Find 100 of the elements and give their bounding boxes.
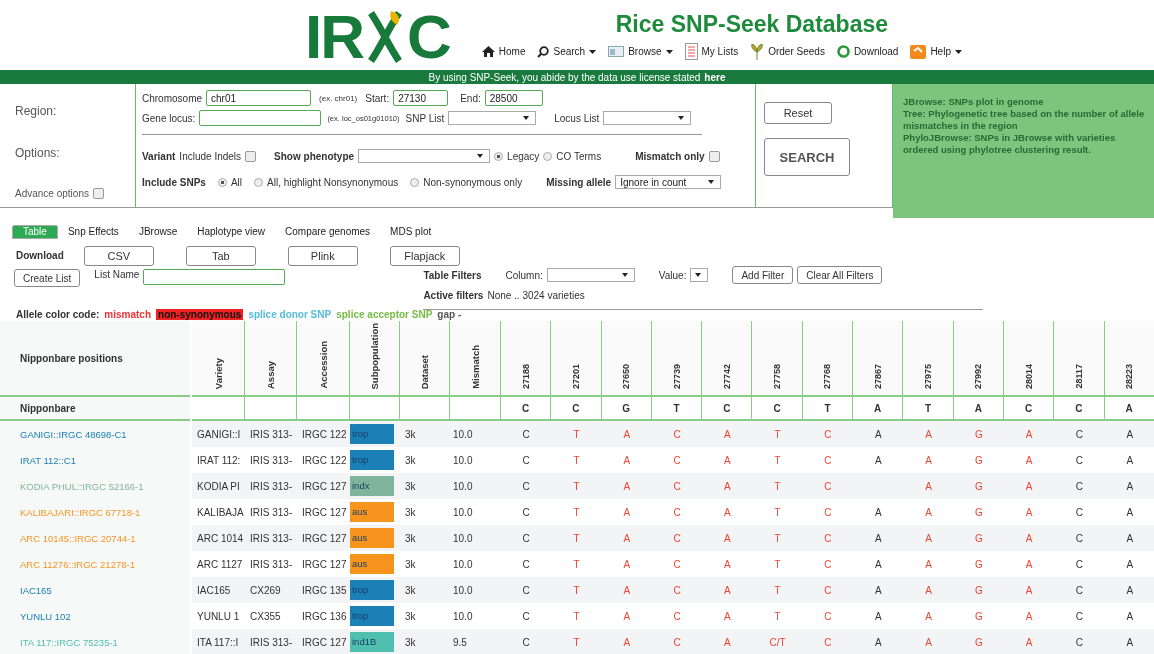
plant-icon (365, 9, 405, 65)
include-snps-label: Include SNPs (142, 176, 206, 188)
tab[interactable]: Compare genomes (275, 222, 381, 241)
value-select[interactable] (690, 268, 709, 282)
radio-button[interactable] (254, 177, 264, 187)
option-label: Non-synonymous only (423, 176, 523, 188)
subpopulation-tag: aus (350, 554, 394, 574)
checkbox[interactable] (245, 150, 257, 162)
download-button[interactable]: Tab (185, 245, 256, 266)
allele-cell: A (623, 454, 631, 466)
table-cell: IRGC 127 (302, 506, 347, 518)
allele-cell: A (1126, 558, 1134, 570)
allele-cell: C (824, 584, 832, 596)
allele-cell: G (974, 636, 983, 648)
allele-cell: A (623, 636, 631, 648)
column-header: Mismatch (469, 345, 481, 389)
table-cell: 3k (405, 610, 416, 622)
reset-button[interactable]: Reset (764, 102, 832, 124)
allele-cell: A (925, 610, 932, 622)
allele-cell: A (925, 428, 932, 440)
reference-allele: C (773, 402, 781, 414)
add-filter-button[interactable]: Add Filter (732, 266, 794, 284)
active-filters-value: None .. 3024 varieties (487, 289, 585, 301)
tab[interactable]: MDS plot (380, 222, 442, 241)
tab[interactable]: Haplotype view (187, 222, 276, 241)
subpopulation-tag: trop (350, 606, 394, 626)
table-cell: IRIS 313- (250, 558, 293, 570)
variety-link[interactable]: GANIGI::IRGC 48698-C1 (20, 428, 127, 440)
license-link[interactable]: here (704, 71, 726, 83)
allele-cell: A (724, 610, 731, 622)
create-list-button[interactable]: Create List (14, 269, 81, 287)
gene-locus-field[interactable] (199, 110, 322, 126)
missing-allele-select[interactable]: Ignore in count (615, 175, 722, 189)
variety-link[interactable]: YUNLU 102 (20, 610, 71, 622)
allele-cell: C (673, 480, 681, 492)
allele-cell: A (1126, 636, 1134, 648)
reference-allele: C (1025, 402, 1033, 414)
column-header: Dataset (419, 354, 430, 389)
help-text: Tree: Phylogenetic tree based on the number of allele mismatches in the region (903, 108, 1146, 132)
tab[interactable]: Snp Effects (57, 222, 129, 241)
variant-label: Variant (142, 150, 176, 162)
end-field[interactable]: 28500 (484, 90, 543, 106)
download-button[interactable]: Flapjack (389, 245, 460, 266)
allele-cell: T (573, 480, 580, 492)
column-header: 27742 (721, 363, 732, 389)
checkbox[interactable] (708, 150, 720, 162)
locus-list-select[interactable] (603, 111, 692, 125)
nav-link[interactable]: Search (537, 45, 597, 58)
caret-icon (621, 273, 628, 277)
option-label: Include Indels (179, 150, 242, 162)
legend-item: gap - (437, 308, 462, 320)
clear-filters-button[interactable]: Clear All Filters (797, 266, 883, 284)
table-cell: IRIS 313- (250, 506, 293, 518)
radio-button[interactable] (494, 151, 504, 161)
allele-cell: G (974, 558, 983, 570)
nav-link[interactable]: Help (910, 44, 962, 59)
allele-cell: C (824, 558, 832, 570)
download-button[interactable]: CSV (83, 245, 154, 266)
allele-cell: A (724, 558, 731, 570)
list-name-field[interactable] (143, 269, 286, 285)
checkbox[interactable] (92, 188, 104, 199)
allele-cell: A (925, 480, 932, 492)
field-label: Gene locus: (142, 112, 196, 124)
table-cell: ITA 117::I (197, 636, 239, 648)
reference-allele: T (824, 402, 831, 414)
reference-allele: T (673, 402, 680, 414)
reference-allele: C (572, 402, 580, 414)
search-button[interactable]: SEARCH (764, 138, 850, 176)
radio-button[interactable] (410, 177, 420, 187)
tab[interactable]: JBrowse (128, 222, 188, 241)
allele-cell: C (1075, 480, 1084, 492)
start-field[interactable]: 27130 (393, 90, 449, 106)
variety-link[interactable]: IRAT 112::C1 (20, 454, 76, 466)
radio-button[interactable] (543, 151, 553, 161)
nav-link[interactable]: Home (481, 46, 526, 57)
help-text: JBrowse: SNPs plot in genome (903, 96, 1045, 108)
radio-button[interactable] (217, 177, 227, 187)
column-header: 28223 (1124, 363, 1135, 389)
chromosome-field[interactable]: chr01 (206, 90, 312, 106)
field-label: End: (460, 92, 481, 104)
caret-icon (523, 116, 530, 120)
variety-link[interactable]: IAC165 (20, 584, 52, 596)
allele-cell: A (1126, 506, 1134, 518)
allele-cell: A (925, 636, 932, 648)
logo-text: C (407, 7, 450, 67)
column-header: 27992 (973, 363, 984, 389)
table-cell: 10.0 (453, 454, 473, 466)
allele-cell: A (1025, 636, 1033, 648)
nav-link[interactable]: Order Seeds (750, 43, 825, 60)
nav-link[interactable]: Download (836, 45, 899, 58)
nav-link[interactable]: My Lists (684, 43, 739, 60)
snp-list-select[interactable] (448, 111, 537, 125)
nav-link[interactable]: Browse (608, 46, 673, 57)
allele-cell: T (573, 584, 580, 596)
column-header: 27975 (923, 363, 933, 389)
download-button[interactable]: Plink (287, 245, 358, 266)
allele-cell: A (724, 584, 731, 596)
column-select[interactable] (546, 268, 635, 282)
table-cell: 10.0 (453, 584, 473, 596)
allele-cell: A (874, 610, 882, 622)
